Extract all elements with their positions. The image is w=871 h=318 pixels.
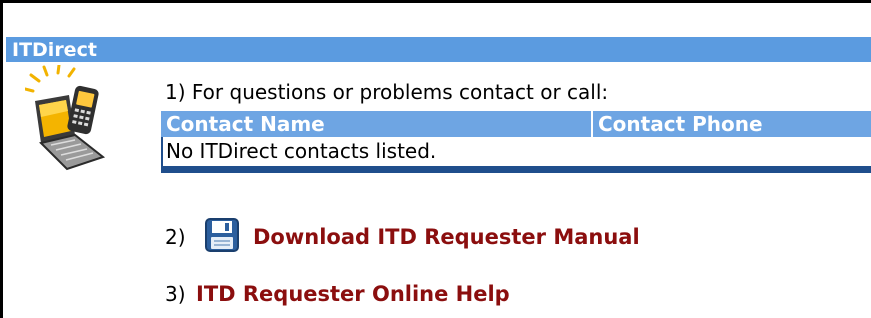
column-header-contact-phone: Contact Phone xyxy=(598,112,763,136)
panel-title: ITDirect xyxy=(12,39,97,61)
panel-header: ITDirect xyxy=(6,37,871,62)
empty-table-message: No ITDirect contacts listed. xyxy=(166,139,437,163)
contacts-table-body: No ITDirect contacts listed. xyxy=(161,137,871,173)
download-manual-link[interactable]: Download ITD Requester Manual xyxy=(253,224,640,250)
step-number: 3) xyxy=(165,282,186,306)
laptop-phone-icon xyxy=(25,65,106,171)
contact-instructions: 1) For questions or problems contact or … xyxy=(165,80,609,104)
panel-frame: ITDirect 1) For questions or problems co… xyxy=(0,0,871,318)
step-number: 2) xyxy=(165,225,186,249)
floppy-disk-icon[interactable] xyxy=(205,218,239,252)
contacts-table-header: Contact Name Contact Phone xyxy=(161,111,871,137)
column-header-contact-name: Contact Name xyxy=(166,112,325,136)
contacts-table: Contact Name Contact Phone No ITDirect c… xyxy=(161,111,871,181)
column-divider xyxy=(591,111,593,137)
online-help-link[interactable]: ITD Requester Online Help xyxy=(196,281,510,307)
